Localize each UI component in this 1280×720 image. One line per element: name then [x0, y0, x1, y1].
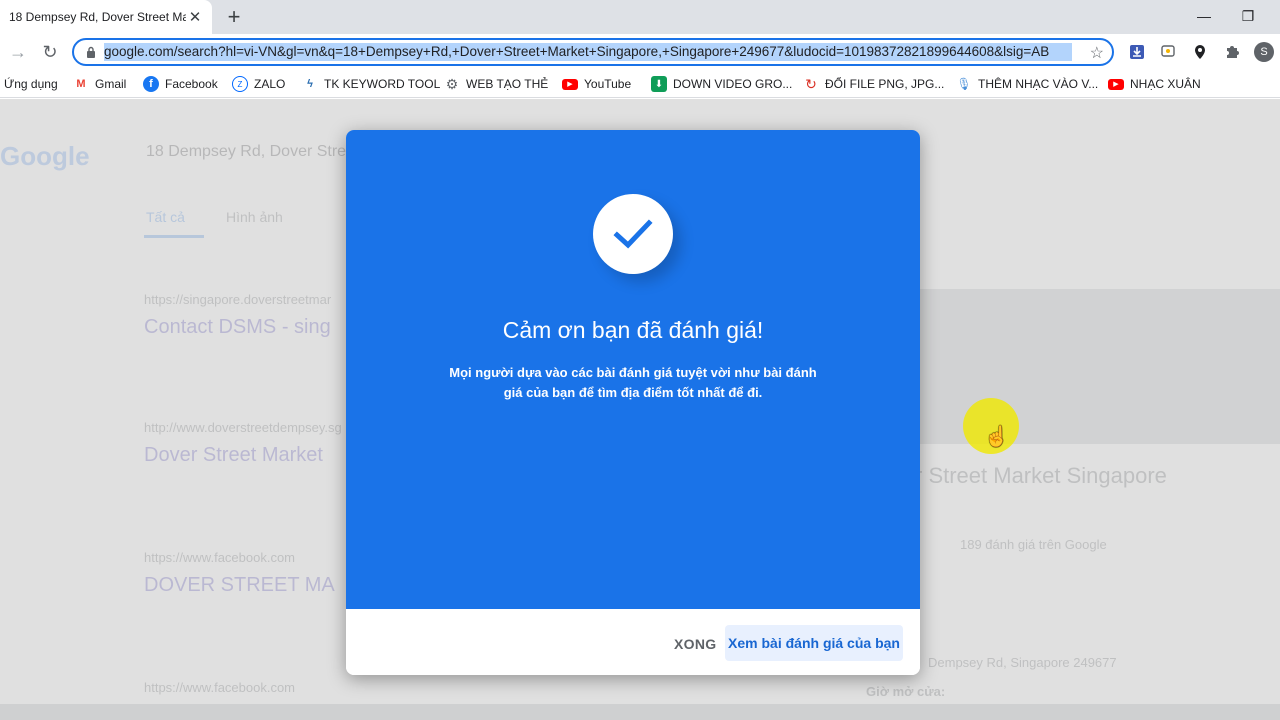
- bookmark-star-icon[interactable]: ☆: [1090, 43, 1104, 63]
- youtube-icon: ▶: [562, 78, 578, 90]
- bookmark-label: Gmail: [95, 77, 127, 91]
- bookmarks-bar: Ứng dụng M Gmail f Facebook Z ZALO ϟ TK …: [0, 70, 1280, 98]
- bookmark-label: THÊM NHẠC VÀO V...: [978, 77, 1099, 91]
- youtube-icon: ▶: [1108, 78, 1124, 90]
- bookmark-zalo[interactable]: Z ZALO: [232, 75, 285, 93]
- bookmark-them-nhac[interactable]: 🎙 THÊM NHẠC VÀO V...: [956, 75, 1098, 93]
- dialog-header: Cảm ơn bạn đã đánh giá! Mọi người dựa và…: [346, 130, 920, 609]
- bookmark-label: TK KEYWORD TOOL: [324, 77, 441, 91]
- extensions-puzzle-icon[interactable]: [1222, 42, 1242, 62]
- bookmark-label: Facebook: [165, 77, 218, 91]
- bookmark-youtube[interactable]: ▶ YouTube: [562, 75, 631, 93]
- bookmark-apps[interactable]: Ứng dụng: [4, 75, 58, 93]
- hand-pointer-icon: ☝: [984, 426, 1009, 448]
- profile-avatar[interactable]: S: [1254, 42, 1274, 62]
- bookmark-label: ZALO: [254, 77, 286, 91]
- dialog-message: Mọi người dựa vào các bài đánh giá tuyệt…: [449, 365, 817, 400]
- reload-icon[interactable]: ↻: [38, 40, 62, 64]
- note-extension-icon[interactable]: [1158, 42, 1178, 62]
- download-extension-icon[interactable]: [1127, 42, 1147, 62]
- tab-strip: 18 Dempsey Rd, Dover Street Ma ✕ + — ❐: [0, 0, 1280, 34]
- zalo-icon: Z: [232, 76, 248, 92]
- bookmark-label: DOWN VIDEO GRO...: [673, 77, 793, 91]
- browser-tab-active[interactable]: 18 Dempsey Rd, Dover Street Ma ✕: [0, 0, 212, 34]
- checkmark-icon: [613, 219, 653, 249]
- location-extension-icon[interactable]: [1190, 42, 1210, 62]
- bookmark-label: WEB TẠO THẺ: [466, 77, 549, 91]
- window-restore-icon[interactable]: ❐: [1238, 6, 1258, 26]
- bookmark-gmail[interactable]: M Gmail: [73, 75, 126, 93]
- view-review-button[interactable]: Xem bài đánh giá của bạn: [725, 625, 903, 661]
- address-bar[interactable]: google.com/search?hl=vi-VN&gl=vn&q=18+De…: [72, 38, 1114, 66]
- bookmark-label: ĐỔI FILE PNG, JPG...: [825, 77, 945, 91]
- bookmark-facebook[interactable]: f Facebook: [143, 75, 218, 93]
- convert-icon: ↻: [805, 75, 817, 92]
- success-check-badge: [593, 194, 673, 274]
- gear-icon: ⚙: [445, 75, 459, 92]
- bookmark-keyword-tool[interactable]: ϟ TK KEYWORD TOOL: [302, 75, 440, 93]
- bookmark-nhac-xuan[interactable]: ▶ NHẠC XUÂN: [1108, 75, 1201, 93]
- bookmark-label: Ứng dụng: [4, 77, 58, 91]
- back-arrow-icon[interactable]: →: [6, 40, 30, 64]
- done-button[interactable]: XONG: [664, 627, 726, 661]
- horizontal-scrollbar[interactable]: [0, 704, 1280, 720]
- bookmark-label: YouTube: [584, 77, 632, 91]
- browser-toolbar: → ↻ google.com/search?hl=vi-VN&gl=vn&q=1…: [0, 34, 1280, 70]
- bookmark-web-tao-the[interactable]: ⚙ WEB TẠO THẺ: [444, 75, 549, 93]
- bookmark-down-video[interactable]: ⬇ DOWN VIDEO GRO...: [651, 75, 792, 93]
- window-minimize-icon[interactable]: —: [1194, 6, 1214, 26]
- bookmark-doi-file[interactable]: ↻ ĐỔI FILE PNG, JPG...: [803, 75, 944, 93]
- microphone-icon: 🎙: [956, 77, 972, 91]
- facebook-icon: f: [143, 76, 159, 92]
- bookmark-label: NHẠC XUÂN: [1130, 77, 1201, 91]
- review-thanks-dialog: Cảm ơn bạn đã đánh giá! Mọi người dựa và…: [346, 130, 920, 675]
- new-tab-button[interactable]: +: [222, 4, 246, 29]
- lock-icon[interactable]: [84, 45, 98, 59]
- keyword-tool-icon: ϟ: [307, 78, 313, 90]
- url-text[interactable]: google.com/search?hl=vi-VN&gl=vn&q=18+De…: [104, 43, 1072, 61]
- gmail-icon: M: [76, 78, 86, 90]
- dialog-actions: XONG Xem bài đánh giá của bạn: [346, 609, 920, 675]
- download-icon: ⬇: [651, 76, 667, 92]
- tab-title: 18 Dempsey Rd, Dover Street Ma: [9, 10, 186, 24]
- dialog-title: Cảm ơn bạn đã đánh giá!: [502, 317, 764, 343]
- tab-close-icon[interactable]: ✕: [186, 8, 204, 26]
